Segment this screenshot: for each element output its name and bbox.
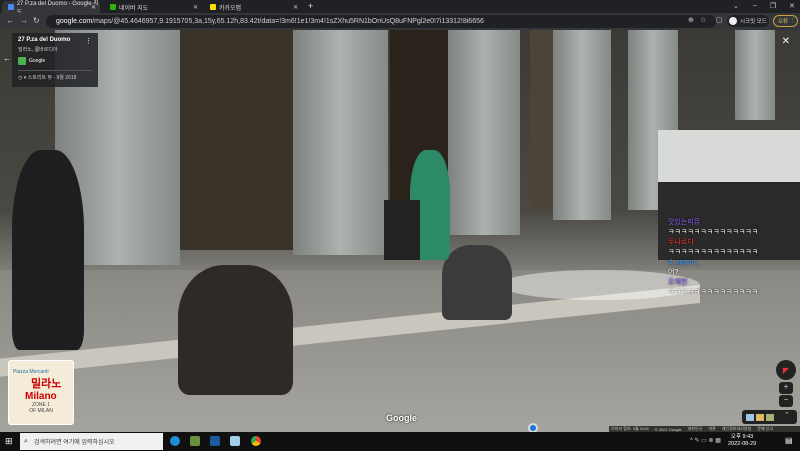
tab-naver-map[interactable]: 네이버 지도 ✕ <box>104 1 202 13</box>
street-view-panorama[interactable]: ← 27 P.za del Duomo ⋮ 밀라노, 롬바르디아 Google … <box>0 30 800 432</box>
back-arrow-icon[interactable]: ← <box>3 54 11 63</box>
layer-thumbnail[interactable] <box>756 414 764 421</box>
imagery-layers-panel[interactable]: ⌃ <box>742 410 797 424</box>
address-bar-row: ← → ↻ google.com/maps/@45.4646957,9.1915… <box>0 13 800 30</box>
expand-icon[interactable]: ⌃ <box>784 411 790 419</box>
storefront <box>180 30 300 250</box>
kakao-map-favicon <box>210 4 216 10</box>
pegman-icon[interactable] <box>528 423 538 432</box>
tab-search-icon[interactable]: ⌄ <box>733 2 739 10</box>
marble-column <box>448 30 520 235</box>
app-icon[interactable] <box>230 436 240 446</box>
marble-column <box>553 30 611 220</box>
seated-man <box>442 245 512 320</box>
restore-button[interactable]: ❐ <box>770 2 776 10</box>
taskbar-clock[interactable]: 오후 9:43 2022-08-29 <box>728 434 756 448</box>
google-contributor-icon <box>18 57 26 65</box>
zoom-in-button[interactable]: + <box>779 382 793 394</box>
marble-column <box>293 30 388 255</box>
incognito-profile-button[interactable]: 시크릿 모드 <box>727 15 769 27</box>
close-tab-icon[interactable]: ✕ <box>193 4 198 11</box>
url-input[interactable]: google.com/maps/@45.4646957,9.1915705,3a… <box>46 15 716 28</box>
location-info-card: 27 P.za del Duomo ⋮ 밀라노, 롬바르디아 Google ◷ … <box>12 33 98 87</box>
close-tab-icon[interactable]: ✕ <box>91 4 96 11</box>
tray-icons[interactable]: ^ ✎ ▭ ⊗ ▦ <box>690 437 721 444</box>
zoom-icon[interactable]: ⊕ <box>688 16 694 24</box>
close-street-view-icon[interactable]: ✕ <box>782 36 790 47</box>
incognito-icon <box>729 17 737 25</box>
windows-start-icon[interactable]: ⊞ <box>5 436 13 447</box>
layer-thumbnail[interactable] <box>746 414 754 421</box>
taskbar-search-box[interactable]: ⌕ 검색하려면 여기에 입력하십시오 <box>20 433 163 450</box>
more-options-icon[interactable]: ⋮ <box>85 37 92 45</box>
chrome-icon[interactable] <box>251 436 261 446</box>
minimap[interactable]: Piazza Mercanti 밀라노 Milano ZONE 1 OF MIL… <box>8 360 74 425</box>
trash-bin <box>384 200 420 260</box>
tab-kakao-map[interactable]: 카카오맵 ✕ <box>204 1 302 13</box>
side-panel-icon[interactable]: ▢ <box>716 16 723 24</box>
forward-icon[interactable]: → <box>20 16 28 25</box>
windows-taskbar: ⊞ ⌕ 검색하려면 여기에 입력하십시오 ^ ✎ ▭ ⊗ ▦ 오후 9:43 202… <box>0 432 800 451</box>
naver-map-favicon <box>110 4 116 10</box>
new-tab-button[interactable]: + <box>308 1 313 11</box>
layer-thumbnail[interactable] <box>766 414 774 421</box>
marble-column <box>735 30 775 120</box>
date-selector[interactable]: ◷ ▾ 스트리트 뷰 - 9월 2018 <box>18 70 92 81</box>
update-menu-button[interactable]: 오류 ⋮ <box>773 15 798 27</box>
compass-needle-icon: ◤ <box>782 366 790 375</box>
compass-button[interactable]: ◤ <box>776 360 796 380</box>
notification-icon[interactable]: ▤ <box>785 436 793 445</box>
search-icon: ⌕ <box>24 437 28 445</box>
tab-google-maps[interactable]: 27 P.za del Duomo - Google 지도✕ <box>2 1 100 16</box>
vegas-icon[interactable] <box>210 436 220 446</box>
minecraft-icon[interactable] <box>190 436 200 446</box>
reload-icon[interactable]: ↻ <box>33 16 40 25</box>
close-window-button[interactable]: ✕ <box>789 2 795 10</box>
google-logo: Google <box>386 413 417 423</box>
zoom-out-button[interactable]: − <box>779 395 793 407</box>
minimize-button[interactable]: – <box>753 2 757 9</box>
edge-icon[interactable] <box>170 436 180 446</box>
bookmark-star-icon[interactable]: ☆ <box>700 16 706 24</box>
close-tab-icon[interactable]: ✕ <box>293 4 298 11</box>
chat-overlay: 맛있는미뮤 ㅋㅋㅋㅋㅋㅋㅋㅋㅋㅋㅋㅋㅋㅋ 두나르다 ㅋㅋㅋㅋㅋㅋㅋㅋㅋㅋㅋㅋㅋㅋ d… <box>668 219 759 296</box>
pedestrian <box>12 150 84 350</box>
tab-bar: 27 P.za del Duomo - Google 지도✕ 네이버 지도✕ 카… <box>0 0 800 16</box>
google-maps-favicon <box>8 4 14 10</box>
seated-couple <box>178 265 293 395</box>
back-icon[interactable]: ← <box>6 16 14 25</box>
